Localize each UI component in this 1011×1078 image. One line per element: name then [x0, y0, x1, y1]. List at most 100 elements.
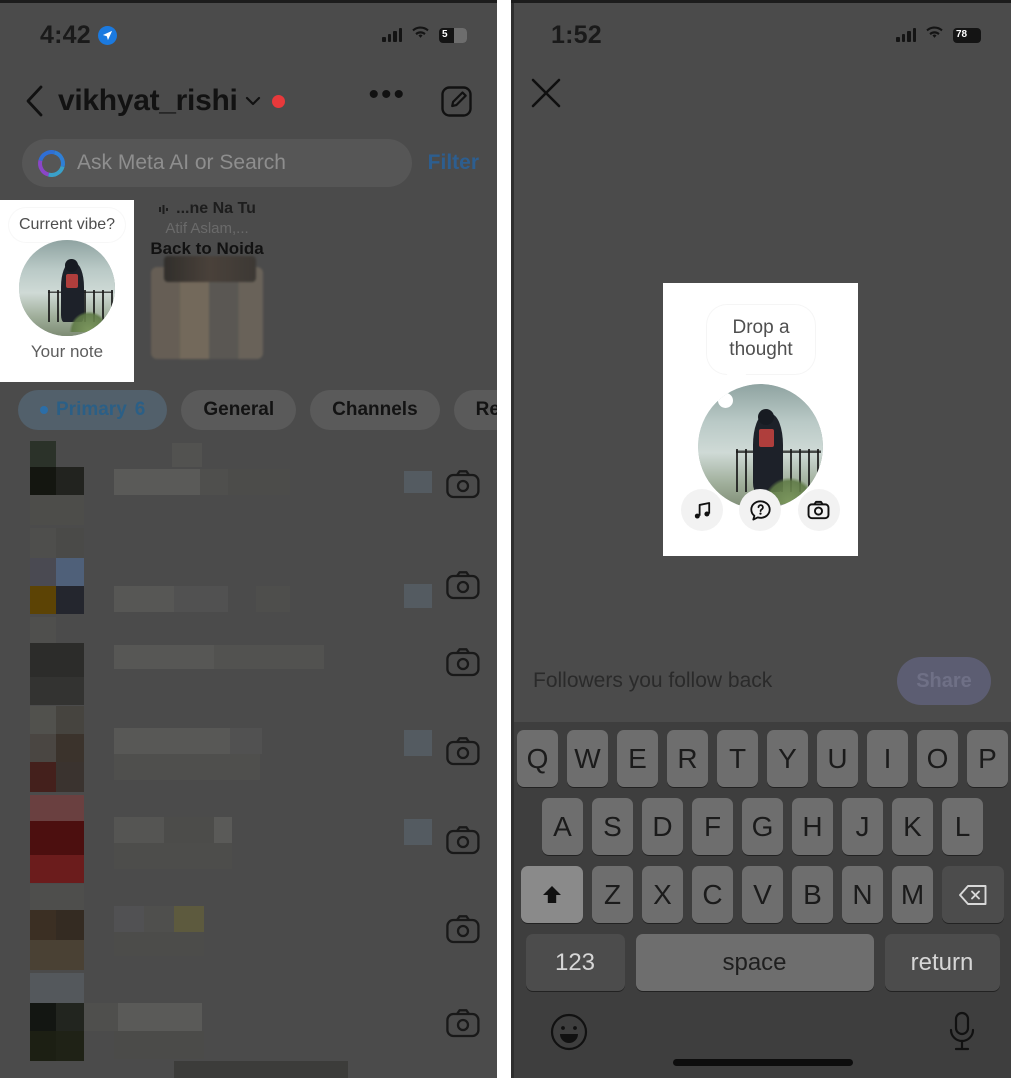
camera-icon[interactable]: [797, 489, 840, 531]
key-k[interactable]: K: [892, 798, 933, 855]
share-audience-row: Followers you follow back Share: [511, 653, 1011, 709]
close-x-icon[interactable]: [529, 76, 563, 110]
keyboard-bottom-bar: [514, 1000, 1011, 1078]
music-note-icon[interactable]: [681, 489, 724, 531]
table-row[interactable]: [0, 706, 497, 795]
camera-icon[interactable]: [446, 570, 480, 600]
onscreen-keyboard: Q W E R T Y U I O P A S D F G H J K L Z: [514, 722, 1011, 1002]
camera-icon[interactable]: [446, 914, 480, 943]
key-r[interactable]: R: [667, 730, 708, 787]
your-note-label: Your note: [30, 341, 104, 361]
note-composer-bubble[interactable]: Drop a thought: [707, 305, 815, 383]
key-c[interactable]: C: [692, 866, 733, 923]
microphone-icon[interactable]: [945, 1010, 979, 1054]
wifi-icon: [411, 25, 430, 45]
table-row[interactable]: [0, 617, 497, 706]
music-note-title: ...ne Na Tu: [176, 200, 256, 217]
tab-primary-count: 6: [134, 399, 146, 420]
more-options-button[interactable]: •••: [368, 80, 406, 113]
key-a[interactable]: A: [542, 798, 583, 855]
search-input[interactable]: Ask Meta AI or Search: [22, 139, 412, 187]
key-m[interactable]: M: [892, 866, 933, 923]
tab-requests[interactable]: Requests: [453, 390, 497, 430]
camera-icon[interactable]: [446, 469, 480, 498]
compose-new-message-icon[interactable]: [440, 85, 473, 118]
key-n[interactable]: N: [842, 866, 883, 923]
key-i[interactable]: I: [867, 730, 908, 787]
right-status-bar: 1:52 78: [511, 17, 1011, 53]
screenshot-canvas: 4:42 5 vikhyat_rishi ••• Ask Meta AI or …: [0, 0, 1011, 1078]
key-b[interactable]: B: [792, 866, 833, 923]
account-username[interactable]: vikhyat_rishi: [58, 84, 238, 118]
tab-channels[interactable]: Channels: [310, 390, 440, 430]
key-space[interactable]: space: [635, 934, 874, 991]
tab-primary[interactable]: Primary 6: [18, 390, 168, 430]
table-row[interactable]: [0, 528, 497, 617]
key-t[interactable]: T: [717, 730, 758, 787]
left-nav-bar: vikhyat_rishi •••: [0, 75, 497, 127]
status-clock: 4:42: [40, 20, 91, 49]
backspace-delete-icon[interactable]: [942, 866, 1004, 923]
left-status-bar: 4:42 5: [0, 17, 497, 53]
key-d[interactable]: D: [642, 798, 683, 855]
tab-general[interactable]: General: [181, 390, 297, 430]
conversation-list: [0, 439, 497, 1078]
status-clock: 1:52: [551, 20, 602, 49]
filter-button[interactable]: Filter: [428, 151, 479, 175]
table-row[interactable]: [0, 795, 497, 884]
home-indicator: [672, 1059, 853, 1066]
cellular-signal-icon: [382, 28, 402, 42]
key-p[interactable]: P: [967, 730, 1008, 787]
chevron-down-icon[interactable]: [244, 92, 262, 110]
your-note-card[interactable]: Current vibe? Your note: [6, 208, 128, 362]
key-s[interactable]: S: [592, 798, 633, 855]
search-placeholder: Ask Meta AI or Search: [77, 151, 286, 174]
camera-icon[interactable]: [446, 647, 480, 676]
your-note-avatar[interactable]: [19, 239, 115, 336]
camera-icon[interactable]: [446, 736, 480, 765]
key-q[interactable]: Q: [517, 730, 558, 787]
key-g[interactable]: G: [742, 798, 783, 855]
audience-selector[interactable]: Followers you follow back: [533, 669, 772, 693]
camera-icon[interactable]: [446, 825, 480, 854]
key-j[interactable]: J: [842, 798, 883, 855]
key-z[interactable]: Z: [592, 866, 633, 923]
emoji-smiley-icon[interactable]: [549, 1012, 589, 1052]
note-composer-card[interactable]: Drop a thought: [663, 283, 858, 556]
friend-note-avatar-redacted: [151, 255, 263, 359]
battery-icon: 78: [953, 27, 981, 43]
camera-icon[interactable]: [446, 1009, 480, 1038]
key-v[interactable]: V: [742, 866, 783, 923]
tab-channels-label: Channels: [332, 399, 418, 420]
key-f[interactable]: F: [692, 798, 733, 855]
equalizer-icon: [158, 203, 171, 216]
key-numbers[interactable]: 123: [525, 934, 625, 991]
key-o[interactable]: O: [917, 730, 958, 787]
table-row[interactable]: [0, 884, 497, 973]
music-note-artist: Atif Aslam,...: [165, 220, 249, 237]
shift-up-arrow-icon[interactable]: [521, 866, 583, 923]
wifi-icon: [925, 25, 944, 45]
share-button[interactable]: Share: [897, 657, 991, 705]
question-prompt-icon[interactable]: [739, 489, 782, 531]
key-h[interactable]: H: [792, 798, 833, 855]
cellular-signal-icon: [896, 28, 916, 42]
friend-music-note[interactable]: ...ne Na Tu Atif Aslam,... Back to Noida: [148, 200, 266, 359]
key-u[interactable]: U: [817, 730, 858, 787]
key-x[interactable]: X: [642, 866, 683, 923]
music-note-title-row: ...ne Na Tu: [148, 200, 266, 218]
tab-requests-label: Requests: [475, 399, 497, 420]
chevron-left-icon[interactable]: [22, 84, 48, 118]
your-note-bubble-text[interactable]: Current vibe?: [8, 208, 126, 242]
key-e[interactable]: E: [617, 730, 658, 787]
your-note-highlight-region: Current vibe? Your note: [0, 200, 134, 382]
key-y[interactable]: Y: [767, 730, 808, 787]
keyboard-row-2: A S D F G H J K L: [514, 798, 1011, 855]
table-row[interactable]: [0, 973, 497, 1078]
key-w[interactable]: W: [567, 730, 608, 787]
key-return[interactable]: return: [884, 934, 1000, 991]
table-row[interactable]: [0, 439, 497, 528]
battery-level-text: 78: [956, 29, 968, 40]
key-l[interactable]: L: [942, 798, 983, 855]
keyboard-row-4: 123 space return: [514, 934, 1011, 991]
